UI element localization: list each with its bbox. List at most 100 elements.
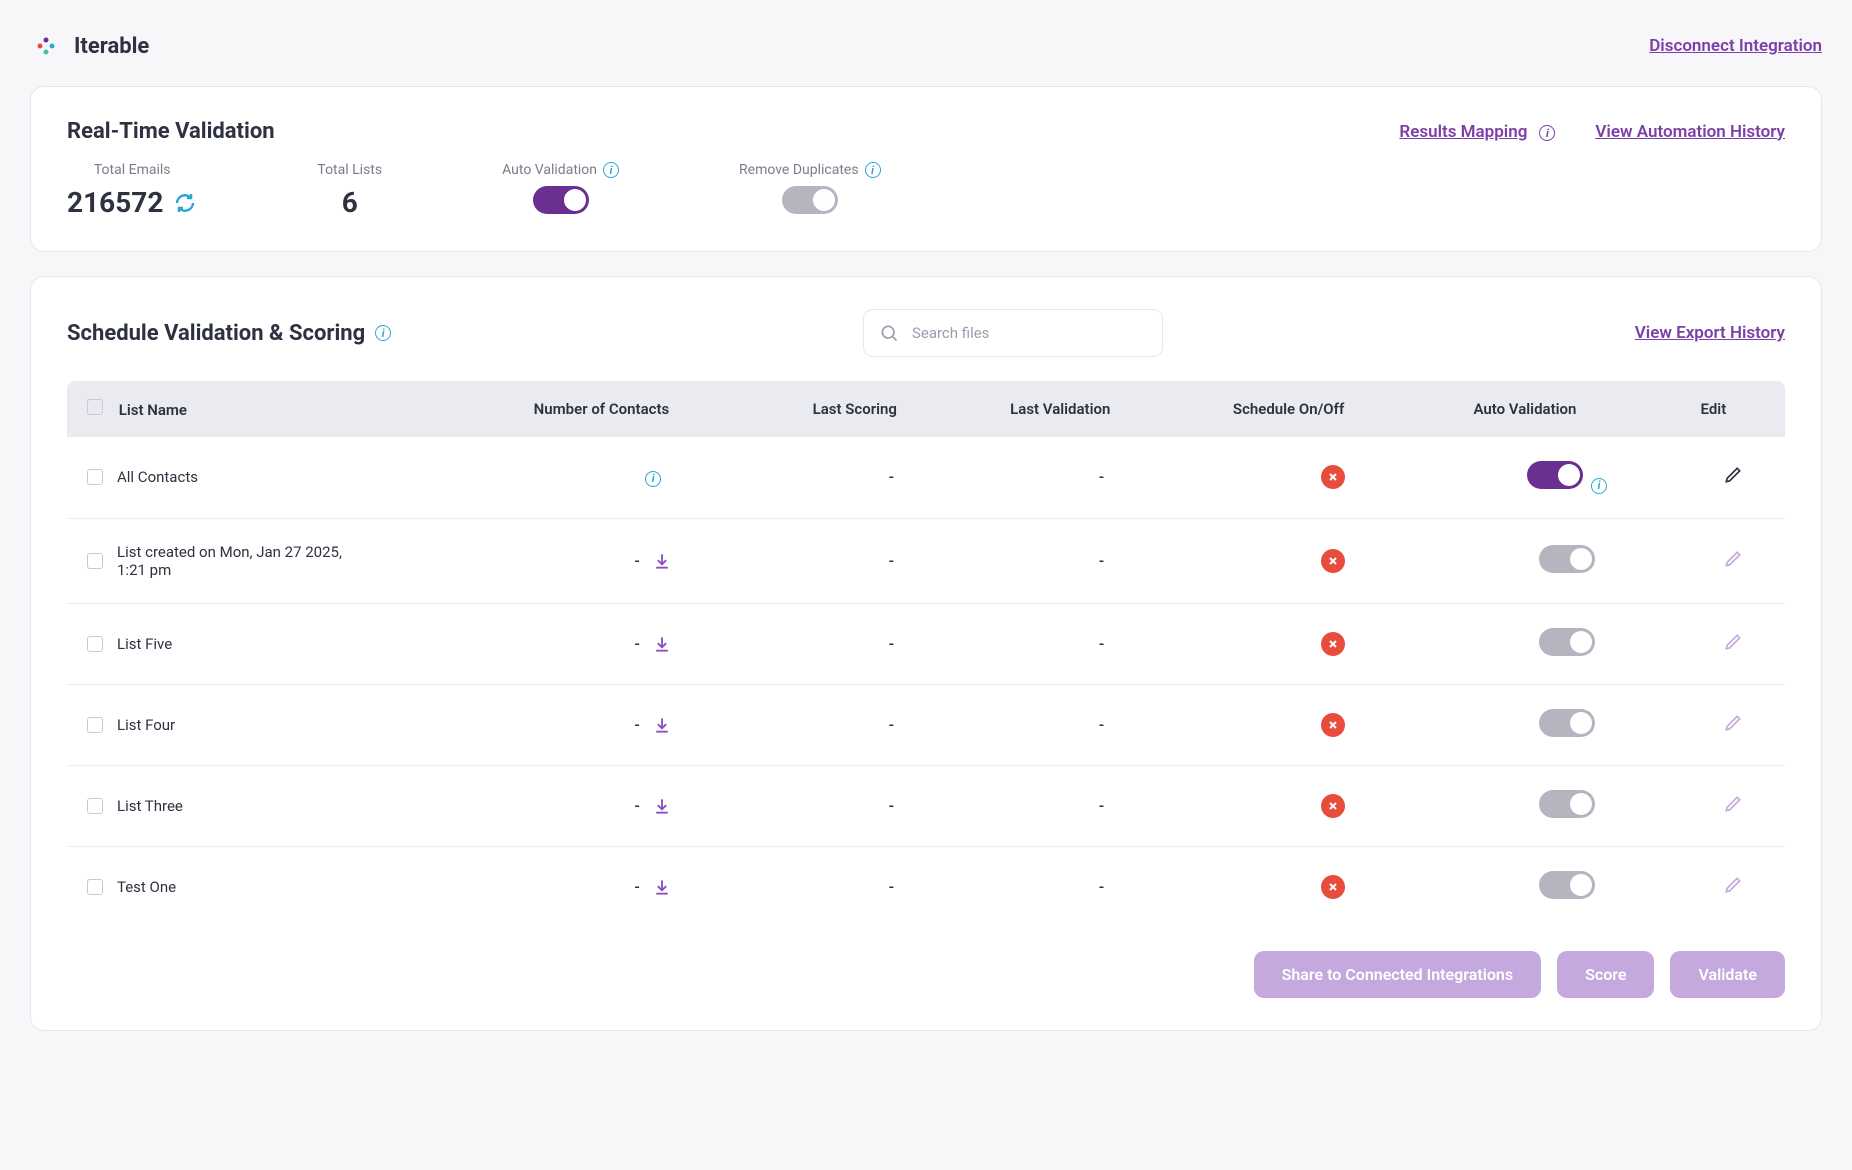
brand-name: Iterable [74, 34, 149, 59]
refresh-icon[interactable] [173, 191, 197, 215]
download-icon[interactable] [652, 634, 672, 654]
search-wrap [863, 309, 1163, 357]
row-checkbox[interactable] [87, 798, 103, 814]
last-scoring-value: - [889, 552, 895, 570]
results-mapping-link[interactable]: Results Mapping [1399, 122, 1527, 142]
table-row: List Three - - - [67, 765, 1785, 846]
col-list-name: List Name [119, 401, 187, 419]
contacts-value: - [634, 878, 640, 896]
remove-duplicates-toggle[interactable] [782, 186, 838, 214]
export-history-link[interactable]: View Export History [1635, 323, 1785, 343]
list-name: Test One [117, 878, 176, 896]
actions-row: Share to Connected Integrations Score Va… [67, 951, 1785, 998]
table-row: List created on Mon, Jan 27 2025, 1:21 p… [67, 518, 1785, 603]
last-scoring-value: - [889, 797, 895, 815]
table-row: List Four - -- [67, 684, 1785, 765]
close-icon[interactable] [1321, 875, 1345, 899]
row-checkbox[interactable] [87, 469, 103, 485]
row-auto-validation-toggle[interactable] [1539, 545, 1595, 573]
list-name: List Five [117, 635, 172, 653]
last-scoring-value: - [889, 468, 895, 486]
last-validation-value: - [1099, 878, 1105, 896]
row-auto-validation-toggle[interactable] [1539, 871, 1595, 899]
score-button[interactable]: Score [1557, 951, 1654, 998]
close-icon[interactable] [1321, 549, 1345, 573]
last-scoring-value: - [889, 635, 895, 653]
metric-total-emails: Total Emails 216572 [67, 162, 197, 219]
last-validation-value: - [1099, 635, 1105, 653]
validate-button[interactable]: Validate [1670, 951, 1785, 998]
close-icon[interactable] [1321, 632, 1345, 656]
edit-icon[interactable] [1723, 638, 1743, 656]
realtime-links: Results Mapping i View Automation Histor… [1399, 122, 1785, 142]
total-emails-value: 216572 [67, 186, 163, 219]
contacts-value: - [634, 635, 640, 653]
row-checkbox[interactable] [87, 553, 103, 569]
close-icon[interactable] [1321, 465, 1345, 489]
automation-history-link[interactable]: View Automation History [1595, 122, 1785, 142]
info-icon[interactable]: i [645, 471, 661, 487]
last-validation-value: - [1099, 468, 1105, 486]
total-lists-value: 6 [317, 186, 382, 219]
col-last-scoring: Last Scoring [793, 381, 991, 437]
edit-icon[interactable] [1723, 881, 1743, 899]
auto-validation-toggle[interactable] [533, 186, 589, 214]
metric-label: Remove Duplicates [739, 162, 859, 178]
col-schedule: Schedule On/Off [1213, 381, 1454, 437]
row-checkbox[interactable] [87, 717, 103, 733]
table-row: List Five - - - [67, 603, 1785, 684]
metric-total-lists: Total Lists 6 [317, 162, 382, 219]
download-icon[interactable] [652, 551, 672, 571]
last-validation-value: - [1099, 797, 1105, 815]
row-checkbox[interactable] [87, 636, 103, 652]
list-name: List Three [117, 797, 183, 815]
info-icon[interactable]: i [375, 325, 391, 341]
edit-icon[interactable] [1723, 800, 1743, 818]
close-icon[interactable] [1321, 713, 1345, 737]
info-icon[interactable]: i [1591, 478, 1607, 494]
last-validation-value: - [1099, 552, 1105, 570]
close-icon[interactable] [1321, 794, 1345, 818]
contacts-value: - [634, 716, 640, 734]
col-auto-validation: Auto Validation [1453, 381, 1680, 437]
download-icon[interactable] [652, 796, 672, 816]
last-validation-value: - [1099, 716, 1105, 734]
info-icon[interactable]: i [1539, 125, 1555, 141]
info-icon[interactable]: i [603, 162, 619, 178]
edit-icon[interactable] [1723, 555, 1743, 573]
contacts-value: - [634, 797, 640, 815]
brand: Iterable [30, 30, 149, 62]
row-auto-validation-toggle[interactable] [1539, 628, 1595, 656]
contacts-value: - [634, 552, 640, 570]
page-header: Iterable Disconnect Integration [30, 30, 1822, 62]
share-button[interactable]: Share to Connected Integrations [1254, 951, 1541, 998]
edit-icon[interactable] [1723, 471, 1743, 489]
metric-label: Auto Validation [502, 162, 597, 178]
info-icon[interactable]: i [865, 162, 881, 178]
table-row: All Contacts i - - i [67, 437, 1785, 518]
edit-icon[interactable] [1723, 719, 1743, 737]
schedule-title: Schedule Validation & Scoring [67, 321, 365, 346]
row-auto-validation-toggle[interactable] [1539, 790, 1595, 818]
select-all-checkbox[interactable] [87, 399, 103, 415]
brand-logo-icon [30, 30, 62, 62]
download-icon[interactable] [652, 877, 672, 897]
search-input[interactable] [863, 309, 1163, 357]
col-contacts: Number of Contacts [514, 381, 793, 437]
realtime-title: Real-Time Validation [67, 119, 275, 144]
table-row: Test One - -- [67, 846, 1785, 927]
download-icon[interactable] [652, 715, 672, 735]
metric-label: Total Lists [317, 162, 382, 178]
metric-auto-validation: Auto Validation i [502, 162, 619, 219]
row-auto-validation-toggle[interactable] [1539, 709, 1595, 737]
col-last-validation: Last Validation [990, 381, 1213, 437]
search-icon [879, 323, 899, 343]
row-checkbox[interactable] [87, 879, 103, 895]
list-name: List Four [117, 716, 175, 734]
row-auto-validation-toggle[interactable] [1527, 461, 1583, 489]
list-name: List created on Mon, Jan 27 2025, 1:21 p… [117, 543, 357, 579]
disconnect-integration-link[interactable]: Disconnect Integration [1649, 36, 1822, 56]
col-edit: Edit [1681, 381, 1785, 437]
metrics-row: Total Emails 216572 Total Lists 6 Auto V… [67, 162, 1785, 219]
list-name: All Contacts [117, 468, 198, 486]
